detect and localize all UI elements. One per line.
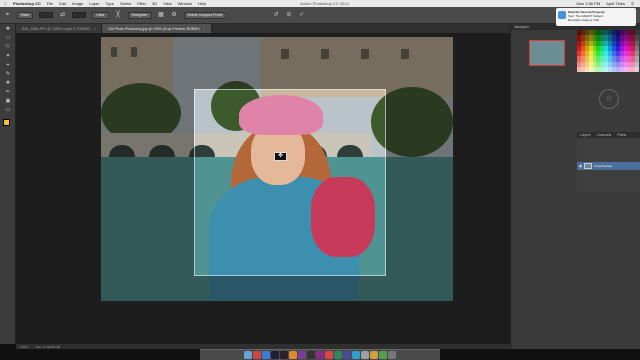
straighten-button[interactable]: Straighten (127, 11, 152, 19)
grid-overlay-icon[interactable]: ▦ (158, 12, 165, 19)
layers-panel: Layers Channels Paths ◉ Crop Preview (577, 132, 640, 192)
app-icon[interactable] (316, 351, 324, 359)
tab-channels[interactable]: Channels (597, 133, 612, 137)
quick-select-tool-icon[interactable]: ✦ (3, 53, 13, 60)
tab-label: Girl Photo Photoshop.jpg @ 100% (Crop Pr… (108, 26, 200, 31)
width-field[interactable] (39, 12, 54, 18)
move-cursor-icon: ✥ (274, 152, 287, 161)
straighten-icon[interactable]: ╳ (115, 12, 122, 19)
app-icon[interactable] (289, 351, 297, 359)
healing-tool-icon[interactable]: ✚ (3, 80, 13, 87)
options-bar: ⌖ Ratio ⇄ Clear ╳ Straighten ▦ ⚙ Delete … (0, 7, 640, 24)
app-icon[interactable] (352, 351, 360, 359)
document-canvas[interactable]: ✥ (101, 37, 453, 301)
navigator-thumbnail[interactable] (529, 40, 565, 66)
menubar-status: Mon 2:56 PM April Thies ⚲ (576, 1, 634, 6)
toolbox: ✥ □ ➰ ✦ ⌖ ✎ ✚ ✏ ▣ ▭ (0, 24, 16, 344)
photoshop-icon[interactable] (271, 351, 279, 359)
doc-size[interactable]: Doc: 17.5M/26.3M (36, 345, 61, 349)
clock[interactable]: Mon 2:56 PM (576, 1, 600, 6)
search-icon[interactable]: ⚲ (631, 1, 634, 6)
menu-image[interactable]: Image (72, 1, 83, 6)
apple-icon[interactable]:  (4, 1, 7, 6)
close-icon[interactable]: × (203, 27, 205, 31)
calendar-icon (558, 11, 566, 19)
commit-icon[interactable]: ✓ (298, 12, 305, 19)
cancel-icon[interactable]: ⊘ (285, 12, 292, 19)
tab-layers[interactable]: Layers (580, 133, 591, 137)
stamp-tool-icon[interactable]: ▣ (3, 98, 13, 105)
layers-panel-header: Layers Channels Paths (577, 132, 640, 138)
tab-paths[interactable]: Paths (617, 133, 626, 137)
adjustments-icon[interactable]: ☼ (599, 89, 619, 109)
crop-tool-icon[interactable]: ⌖ (4, 12, 11, 19)
zoom-level[interactable]: 100% (20, 345, 28, 349)
app-icon[interactable] (262, 351, 270, 359)
menu-view[interactable]: View (163, 1, 172, 6)
finder-icon[interactable] (244, 351, 252, 359)
delete-cropped-checkbox[interactable]: Delete Cropped Pixels (183, 11, 227, 19)
layer-row[interactable]: ◉ Crop Preview (577, 162, 640, 170)
ratio-dropdown[interactable]: Ratio (17, 11, 34, 19)
menu-select[interactable]: Select (120, 1, 131, 6)
menu-help[interactable]: Help (198, 1, 206, 6)
menu-filter[interactable]: Filter (137, 1, 146, 6)
menu-window[interactable]: Window (178, 1, 192, 6)
app-icon[interactable] (343, 351, 351, 359)
reset-icon[interactable]: ↺ (272, 12, 279, 19)
eye-icon[interactable]: ◉ (579, 164, 582, 168)
eyedropper-tool-icon[interactable]: ✎ (3, 71, 13, 78)
app-icon[interactable] (334, 351, 342, 359)
tab-img-2645[interactable]: IMG_2645.JPG @ 3.68% (Layer 0, RGB/8*) × (16, 24, 103, 33)
app-icon[interactable] (325, 351, 333, 359)
menu-bar:  Photoshop CC File Edit Image Layer Typ… (0, 0, 640, 7)
height-field[interactable] (72, 12, 87, 18)
crop-shield-bottom (101, 276, 453, 301)
crop-shield-top (101, 37, 453, 89)
app-icon[interactable] (280, 351, 288, 359)
eraser-tool-icon[interactable]: ▭ (3, 107, 13, 114)
app-icon[interactable] (379, 351, 387, 359)
crop-shield-right (386, 89, 453, 276)
move-tool-icon[interactable]: ✥ (3, 26, 13, 33)
tab-girl-photo[interactable]: Girl Photo Photoshop.jpg @ 100% (Crop Pr… (102, 24, 212, 33)
close-icon[interactable]: × (93, 27, 95, 31)
trash-icon[interactable] (388, 351, 396, 359)
swatches-grid[interactable] (577, 30, 639, 72)
layer-name[interactable]: Crop Preview (594, 164, 612, 168)
user-name[interactable]: April Thies (606, 1, 625, 6)
tab-navigator[interactable]: Navigator (514, 25, 529, 29)
document-tabs: IMG_2645.JPG @ 3.68% (Layer 0, RGB/8*) ×… (16, 24, 510, 33)
tab-label: IMG_2645.JPG @ 3.68% (Layer 0, RGB/8*) (22, 26, 91, 31)
app-icon[interactable] (298, 351, 306, 359)
menu-3d[interactable]: 3D (152, 1, 157, 6)
app-menu[interactable]: Photoshop CC (13, 1, 41, 6)
dock (200, 349, 440, 360)
app-icon[interactable] (253, 351, 261, 359)
gear-icon[interactable]: ⚙ (171, 12, 178, 19)
brush-tool-icon[interactable]: ✏ (3, 89, 13, 96)
right-panels: Navigator ☼ Layers Channels Paths ◉ Crop… (510, 24, 640, 349)
crop-shield-left (101, 89, 194, 276)
crop-box[interactable] (194, 89, 386, 276)
app-icon[interactable] (370, 351, 378, 359)
app-icon[interactable] (307, 351, 315, 359)
layer-thumbnail (584, 163, 593, 169)
foreground-color-swatch[interactable] (3, 119, 10, 126)
color-swatch[interactable] (635, 66, 639, 72)
notification[interactable]: Date the Second Property from: The GRANT… (556, 8, 636, 26)
lasso-tool-icon[interactable]: ➰ (3, 44, 13, 51)
menu-type[interactable]: Type (105, 1, 114, 6)
window-title: Adobe Photoshop CC 2014 (300, 1, 349, 6)
marquee-tool-icon[interactable]: □ (3, 35, 13, 42)
menu-edit[interactable]: Edit (59, 1, 66, 6)
notification-line: Reminder today is 4:30 (568, 18, 599, 22)
crop-tool-icon[interactable]: ⌖ (3, 62, 13, 69)
clear-button[interactable]: Clear (92, 11, 109, 19)
swap-icon[interactable]: ⇄ (59, 12, 66, 19)
app-icon[interactable] (361, 351, 369, 359)
menu-file[interactable]: File (47, 1, 53, 6)
menu-layer[interactable]: Layer (89, 1, 99, 6)
